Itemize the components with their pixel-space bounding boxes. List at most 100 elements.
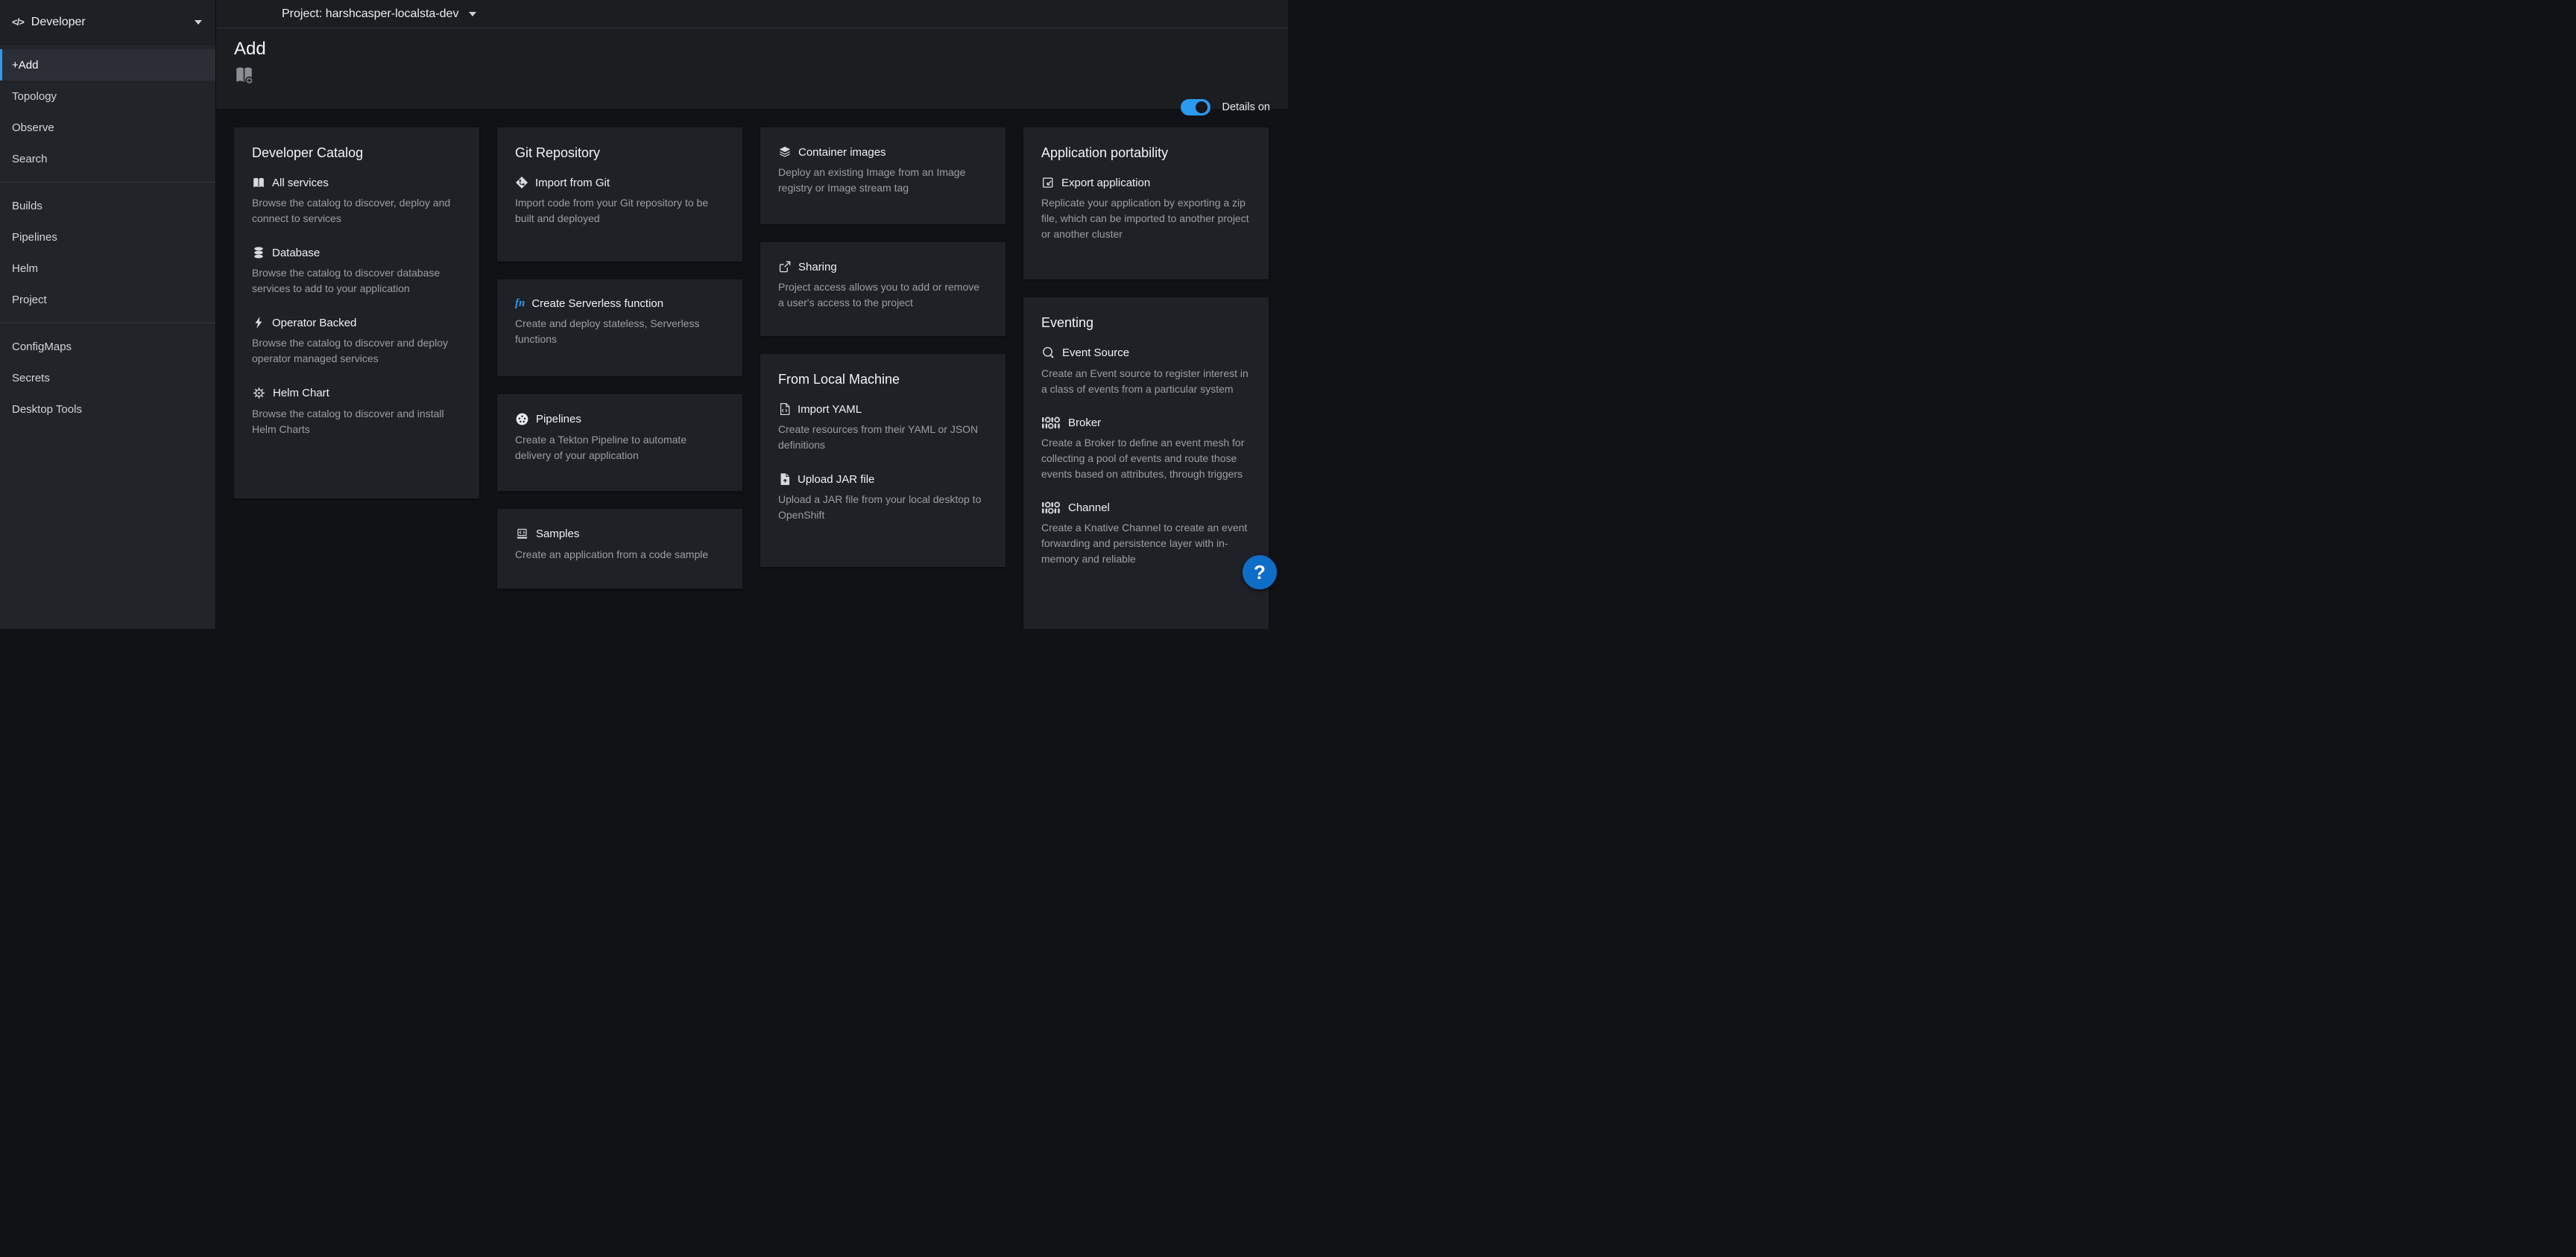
tekton-icon [515, 412, 529, 426]
add-item-broker[interactable]: BrokerCreate a Broker to define an event… [1041, 417, 1251, 482]
item-label: Create Serverless function [531, 297, 663, 310]
project-selector-label: Project: harshcasper-localsta-dev [282, 7, 458, 21]
item-description: Deploy an existing Image from an Image r… [778, 165, 988, 196]
add-item-pipelines[interactable]: Pipelines Create a Tekton Pipeline to aut… [515, 412, 724, 463]
item-label: Container images [798, 146, 886, 159]
git-icon [515, 176, 528, 189]
sidebar-item-observe[interactable]: Observe [0, 112, 215, 143]
add-item-import-yaml[interactable]: Import YAMLCreate resources from their Y… [778, 402, 988, 453]
item-label: Pipelines [536, 413, 581, 425]
card-git-repository: Git Repository Import from Git Import code… [497, 127, 742, 262]
card-title: Developer Catalog [252, 145, 461, 161]
details-toggle-switch[interactable] [1181, 99, 1210, 115]
item-head: All services [252, 176, 461, 189]
add-item-export-application[interactable]: Export application Replicate your applica… [1041, 176, 1251, 242]
toggle-knob [1196, 101, 1208, 113]
add-item-import-from-git[interactable]: Import from Git Import code from your Git… [515, 176, 724, 227]
export-icon [1041, 176, 1055, 189]
card-column: Container images Deploy an existing Image… [760, 127, 1006, 567]
item-label: Database [272, 247, 320, 259]
card-title: Git Repository [515, 145, 724, 161]
item-label: All services [272, 177, 329, 189]
sidebar-item-project[interactable]: Project [0, 284, 215, 315]
sidebar-item-topology[interactable]: Topology [0, 80, 215, 112]
add-item-sharing[interactable]: SharingProject access allows you to add … [778, 260, 988, 311]
bolt-icon [252, 316, 265, 329]
event-source-icon [1041, 346, 1055, 360]
item-label: Helm Chart [273, 387, 329, 399]
item-head: Import YAML [778, 402, 988, 416]
sidebar-item-configmaps[interactable]: ConfigMaps [0, 331, 215, 362]
add-item-upload-jar-file[interactable]: Upload JAR fileUpload a JAR file from yo… [778, 472, 988, 523]
sidebar-item-desktop-tools[interactable]: Desktop Tools [0, 393, 215, 425]
database-icon [252, 246, 265, 259]
item-label: Channel [1068, 501, 1110, 514]
share-icon [778, 260, 792, 273]
project-selector[interactable]: Project: harshcasper-localsta-dev [282, 7, 476, 21]
item-description: Import code from your Git repository to … [515, 195, 724, 227]
card-developer-catalog: Developer CatalogAll servicesBrowse the … [234, 127, 479, 498]
add-card-grid: Developer CatalogAll servicesBrowse the … [216, 109, 1288, 629]
book-plus-icon[interactable] [234, 65, 254, 89]
add-item-create-serverless-function[interactable]: fnCreate Serverless functionCreate and d… [515, 297, 724, 347]
samples-icon [515, 527, 529, 541]
card-pipelines: Pipelines Create a Tekton Pipeline to aut… [497, 394, 742, 491]
card-column: Application portabilityExport applicatio… [1023, 127, 1269, 629]
item-description: Browse the catalog to discover and deplo… [252, 335, 461, 367]
item-label: Samples [536, 528, 579, 540]
card-container-images: Container images Deploy an existing Image… [760, 127, 1006, 224]
item-head: Operator Backed [252, 316, 461, 329]
add-item-database[interactable]: Database Browse the catalog to discover d… [252, 246, 461, 297]
layers-icon [778, 145, 792, 159]
item-head: Export application [1041, 176, 1251, 189]
add-item-operator-backed[interactable]: Operator Backed Browse the catalog to dis… [252, 316, 461, 367]
item-head: Pipelines [515, 412, 724, 426]
card-sharing: SharingProject access allows you to add … [760, 242, 1006, 336]
code-icon: </> [12, 16, 24, 28]
sidebar-item-search[interactable]: Search [0, 143, 215, 174]
add-item-container-images[interactable]: Container images Deploy an existing Image… [778, 145, 988, 196]
helm-icon [252, 386, 266, 400]
add-item-all-services[interactable]: All servicesBrowse the catalog to discov… [252, 176, 461, 227]
sidebar-item-add[interactable]: +Add [0, 49, 215, 80]
item-head: Container images [778, 145, 988, 159]
page-title: Add [234, 38, 1270, 60]
card-samples: SamplesCreate an application from a code… [497, 509, 742, 589]
item-description: Browse the catalog to discover database … [252, 265, 461, 297]
item-label: Import YAML [798, 403, 862, 416]
broker-icon [1041, 417, 1061, 429]
item-head: Event Source [1041, 346, 1251, 360]
item-label: Event Source [1062, 346, 1129, 359]
item-label: Export application [1061, 177, 1150, 189]
item-description: Create a Tekton Pipeline to automate del… [515, 432, 724, 463]
sidebar-item-helm[interactable]: Helm [0, 253, 215, 284]
item-head: Import from Git [515, 176, 724, 189]
item-description: Replicate your application by exporting … [1041, 195, 1251, 242]
card-eventing: EventingEvent SourceCreate an Event sour… [1023, 297, 1269, 629]
add-item-helm-chart[interactable]: Helm Chart Browse the catalog to discover… [252, 386, 461, 437]
add-item-channel[interactable]: Channel Create a Knative Channel to creat… [1041, 501, 1251, 567]
help-button[interactable]: ? [1243, 555, 1277, 589]
app-window: </> Developer +AddTopologyObserveSearch B… [0, 0, 1288, 629]
item-head: Helm Chart [252, 386, 461, 400]
item-description: Create a Knative Channel to create an ev… [1041, 520, 1251, 567]
add-item-samples[interactable]: SamplesCreate an application from a code… [515, 527, 724, 563]
item-head: fn Create Serverless function [515, 297, 724, 310]
item-head: Channel [1041, 501, 1251, 514]
sidebar-item-pipelines[interactable]: Pipelines [0, 221, 215, 253]
main-area: Project: harshcasper-localsta-dev Add De… [216, 0, 1288, 629]
item-label: Upload JAR file [798, 473, 874, 486]
details-toggle: Details on [1181, 99, 1270, 115]
add-item-event-source[interactable]: Event Source Create an Event source to re… [1041, 346, 1251, 397]
perspective-switcher[interactable]: </> Developer [0, 0, 215, 45]
sidebar-item-builds[interactable]: Builds [0, 190, 215, 221]
item-description: Browse the catalog to discover and insta… [252, 406, 461, 437]
fn-icon: fn [515, 297, 525, 310]
card-create-serverless-function: fnCreate Serverless functionCreate and d… [497, 279, 742, 376]
card-column: Git Repository Import from Git Import code… [497, 127, 742, 589]
sidebar-item-secrets[interactable]: Secrets [0, 362, 215, 393]
card-title: From Local Machine [778, 372, 988, 387]
item-description: Create an Event source to register inter… [1041, 366, 1251, 397]
card-column: Developer CatalogAll servicesBrowse the … [234, 127, 479, 498]
page-header: Add Details on [216, 28, 1288, 109]
